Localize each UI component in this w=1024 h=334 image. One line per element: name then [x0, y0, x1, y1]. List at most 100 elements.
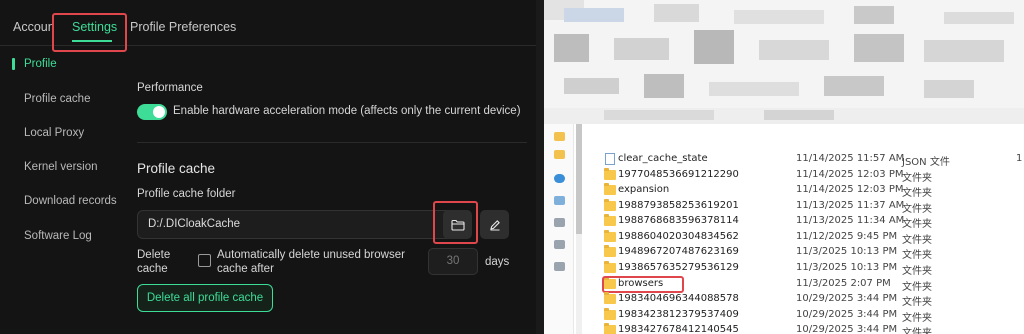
- file-date: 11/14/2025 12:03 PM: [796, 169, 904, 180]
- folder-icon: [604, 323, 616, 334]
- tab-account[interactable]: Accoun: [13, 20, 55, 34]
- folder-row[interactable]: 1988604020304834562 11/12/2025 9:45 PM 文…: [596, 230, 1024, 246]
- folder-icon: [604, 230, 616, 242]
- file-date: 11/13/2025 11:34 AM: [796, 215, 905, 226]
- file-name: 1983423812379537409: [618, 309, 739, 320]
- folder-icon: [604, 199, 616, 211]
- edit-path-button[interactable]: [480, 210, 509, 239]
- file-type: JSON 文件: [902, 157, 950, 168]
- days-unit-label: days: [485, 256, 510, 268]
- file-type: 文件夹: [902, 297, 932, 308]
- folder-row[interactable]: 1983427678412140545 10/29/2025 3:44 PM 文…: [596, 323, 1024, 334]
- sidebar-active-indicator: [12, 58, 15, 70]
- file-type: 文件夹: [902, 282, 932, 293]
- auto-delete-label-line1: Automatically delete unused browser: [217, 249, 405, 261]
- file-type: 文件夹: [902, 328, 932, 334]
- profile-cache-folder-field[interactable]: D:/.DICloakCache: [137, 210, 467, 239]
- file-name: 1983404696344088578: [618, 293, 739, 304]
- file-date: 11/3/2025 10:13 PM: [796, 262, 898, 273]
- toggle-knob: [153, 106, 165, 118]
- file-name: 1988793858253619201: [618, 200, 739, 211]
- drive-icon: [554, 240, 565, 249]
- file-date: 11/13/2025 11:37 AM: [796, 200, 905, 211]
- tab-profile-preferences[interactable]: Profile Preferences: [130, 20, 236, 34]
- folder-icon: [554, 150, 565, 159]
- folder-icon: [604, 168, 616, 180]
- section-divider: [137, 142, 527, 143]
- file-name: 1948967207487623169: [618, 246, 739, 257]
- scrollbar-thumb[interactable]: [576, 124, 582, 234]
- file-type: 文件夹: [902, 173, 932, 184]
- folder-row[interactable]: expansion 11/14/2025 12:03 PM 文件夹: [596, 183, 1024, 199]
- file-type: 文件夹: [902, 313, 932, 324]
- folder-row[interactable]: 1988793858253619201 11/13/2025 11:37 AM …: [596, 199, 1024, 215]
- file-type: 文件夹: [902, 250, 932, 261]
- file-date: 11/3/2025 10:13 PM: [796, 246, 898, 257]
- folder-icon: [604, 308, 616, 320]
- file-size: 1: [1016, 153, 1023, 164]
- browsers-folder-highlight-box: [602, 276, 684, 293]
- sidebar-item-software-log[interactable]: Software Log: [24, 230, 92, 242]
- file-type: 文件夹: [902, 235, 932, 246]
- file-explorer-window: clear_cache_state 11/14/2025 11:57 AM JS…: [544, 0, 1024, 334]
- auto-delete-label-line2: cache after: [217, 263, 274, 275]
- drive-icon: [554, 262, 565, 271]
- cloud-icon: [554, 174, 565, 183]
- delete-all-profile-cache-button[interactable]: Delete all profile cache: [137, 284, 273, 312]
- folder-row[interactable]: 1983404696344088578 10/29/2025 3:44 PM 文…: [596, 292, 1024, 308]
- file-type: 文件夹: [902, 266, 932, 277]
- file-date: 11/14/2025 11:57 AM: [796, 153, 905, 164]
- days-input[interactable]: 30: [428, 248, 478, 275]
- folder-row[interactable]: 1938657635279536129 11/3/2025 10:13 PM 文…: [596, 261, 1024, 277]
- app-scrollbar[interactable]: [536, 0, 544, 334]
- file-type: 文件夹: [902, 188, 932, 199]
- sidebar-item-profile-cache[interactable]: Profile cache: [24, 93, 90, 105]
- hardware-acceleration-toggle[interactable]: [137, 104, 167, 120]
- folder-button-highlight-box: [433, 201, 478, 244]
- file-date: 10/29/2025 3:44 PM: [796, 293, 898, 304]
- delete-cache-label-line2: cache: [137, 263, 168, 275]
- file-date: 10/29/2025 3:44 PM: [796, 309, 898, 320]
- file-name: 1938657635279536129: [618, 262, 739, 273]
- settings-app: Accoun Settings Profile Preferences Prof…: [0, 0, 544, 334]
- pencil-icon: [489, 219, 500, 231]
- delete-cache-label-line1: Delete: [137, 249, 171, 261]
- folder-row[interactable]: 1977048536691212290 11/14/2025 12:03 PM …: [596, 168, 1024, 184]
- file-type: 文件夹: [902, 204, 932, 215]
- performance-label: Performance: [137, 82, 203, 94]
- profile-cache-heading: Profile cache: [137, 161, 216, 176]
- auto-delete-checkbox[interactable]: [198, 254, 211, 267]
- profile-cache-folder-label: Profile cache folder: [137, 188, 236, 200]
- folder-icon: [554, 132, 565, 141]
- folder-row[interactable]: 1983423812379537409 10/29/2025 3:44 PM 文…: [596, 308, 1024, 324]
- folder-row[interactable]: 1988768683596378114 11/13/2025 11:34 AM …: [596, 214, 1024, 230]
- file-date: 11/14/2025 12:03 PM: [796, 184, 904, 195]
- file-name: 1988768683596378114: [618, 215, 739, 226]
- drive-icon: [554, 218, 565, 227]
- file-date: 10/29/2025 3:44 PM: [796, 324, 898, 334]
- folder-icon: [604, 245, 616, 257]
- file-name: 1983427678412140545: [618, 324, 739, 334]
- computer-icon: [554, 196, 565, 205]
- sidebar-item-kernel-version[interactable]: Kernel version: [24, 161, 98, 173]
- folder-icon: [604, 183, 616, 195]
- file-name: expansion: [618, 184, 670, 195]
- folder-icon: [604, 292, 616, 304]
- blurred-toolbar-area: [544, 0, 1024, 124]
- file-name: clear_cache_state: [618, 153, 708, 164]
- sidebar-item-download-records[interactable]: Download records: [24, 195, 117, 207]
- file-date: 11/3/2025 2:07 PM: [796, 278, 891, 289]
- sidebar-item-local-proxy[interactable]: Local Proxy: [24, 127, 84, 139]
- hardware-acceleration-label: Enable hardware acceleration mode (affec…: [173, 105, 521, 117]
- settings-tab-highlight-box: [52, 13, 127, 52]
- file-type: 文件夹: [902, 219, 932, 230]
- folder-icon: [604, 261, 616, 273]
- sidebar-item-profile[interactable]: Profile: [24, 58, 57, 70]
- explorer-navigation-pane[interactable]: [544, 124, 574, 334]
- navigation-scrollbar[interactable]: [576, 124, 582, 334]
- file-date: 11/12/2025 9:45 PM: [796, 231, 898, 242]
- file-row[interactable]: clear_cache_state 11/14/2025 11:57 AM JS…: [596, 152, 1024, 168]
- file-name: 1977048536691212290: [618, 169, 739, 180]
- file-name: 1988604020304834562: [618, 231, 739, 242]
- folder-row[interactable]: 1948967207487623169 11/3/2025 10:13 PM 文…: [596, 245, 1024, 261]
